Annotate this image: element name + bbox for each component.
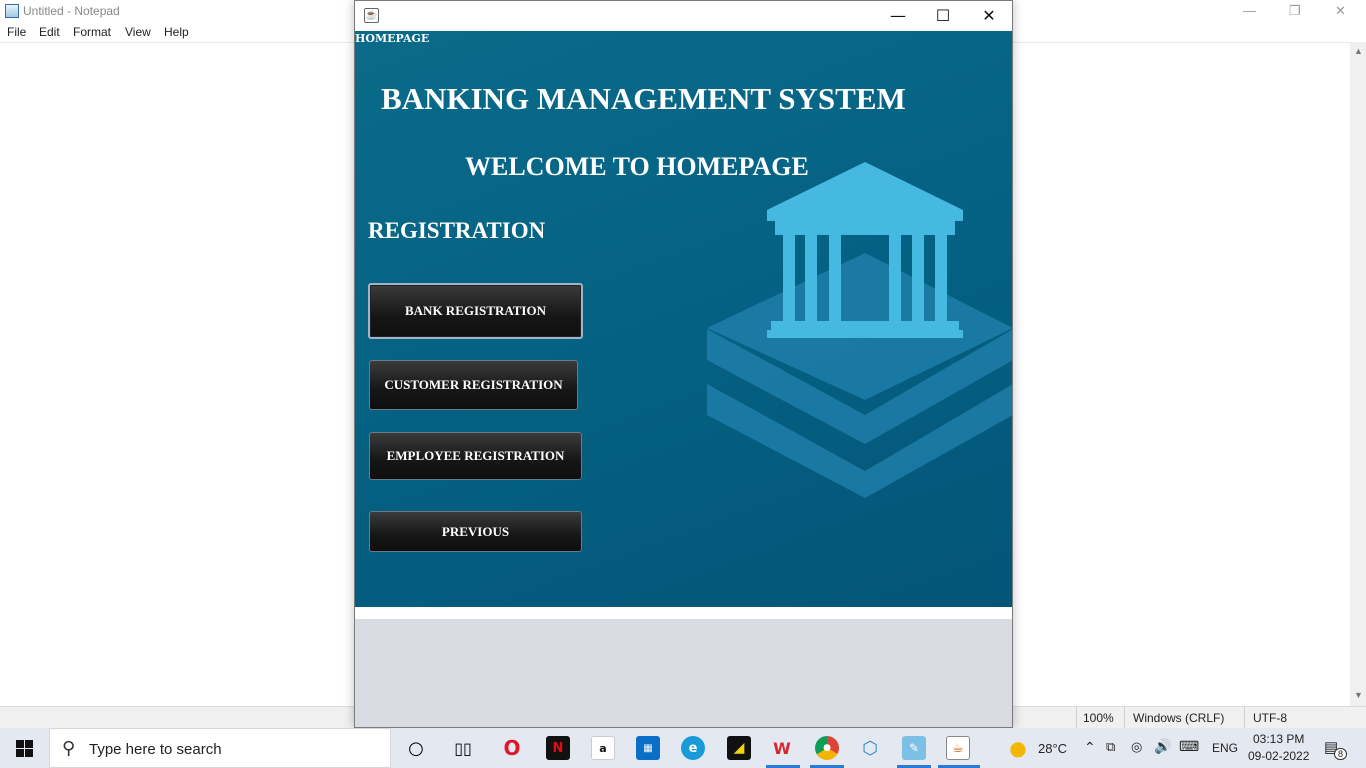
panel-divider [355,607,1012,619]
menu-file[interactable]: File [7,25,26,39]
meet-now-icon[interactable]: ◎ [1131,739,1142,755]
amazon-icon[interactable]: a [591,736,615,760]
windows-logo-icon [15,739,33,757]
java-icon: ☕ [364,8,379,23]
status-line-ending: Windows (CRLF) [1133,711,1225,725]
notepad-window-title: Untitled - Notepad [23,4,120,18]
java-title-bar: ☕ — ☐ ✕ [355,1,1012,31]
start-button[interactable] [0,728,48,768]
bank-registration-button[interactable]: BANK REGISTRATION [368,283,583,339]
sticky-notes-icon[interactable]: ◢ [727,736,751,760]
netflix-icon[interactable]: N [546,736,570,760]
taskbar-search-box[interactable]: ⚲ Type here to search [49,728,391,768]
edge-icon[interactable]: e [681,736,705,760]
employee-registration-button[interactable]: EMPLOYEE REGISTRATION [369,432,582,480]
opera-icon[interactable]: O [500,736,524,760]
tray-chevron-up-icon[interactable]: ⌃ [1084,739,1096,756]
app-title: BANKING MANAGEMENT SYSTEM [381,81,906,116]
previous-button[interactable]: PREVIOUS [369,511,582,552]
menu-format[interactable]: Format [73,25,111,39]
notepad-icon[interactable]: ✎ [902,736,926,760]
cortana-icon[interactable]: ○ [404,736,428,760]
search-placeholder: Type here to search [89,741,222,758]
notepad-minimize-button[interactable]: — [1243,3,1256,18]
microsoft-store-icon[interactable]: ▦ [636,736,660,760]
volume-icon[interactable]: 🔊 [1154,738,1171,755]
search-icon: ⚲ [62,738,76,759]
java-icon[interactable]: ☕ [946,736,970,760]
weather-icon[interactable]: ● [1006,736,1030,760]
scroll-down-icon[interactable]: ▼ [1354,690,1363,700]
empty-content-area [355,619,1012,727]
notification-badge: 8 [1334,748,1348,760]
clock-date[interactable]: 09-02-2022 [1248,749,1309,763]
keyboard-icon[interactable]: ⌨ [1179,738,1199,755]
language-indicator[interactable]: ENG [1212,741,1238,755]
clock-time[interactable]: 03:13 PM [1253,732,1304,746]
netbeans-icon[interactable]: ⬡ [858,736,882,760]
menu-view[interactable]: View [125,25,151,39]
taskbar: ⚲ Type here to search ○ ▯▯ O N a ▦ e ◢ W… [0,728,1366,768]
menu-help[interactable]: Help [164,25,189,39]
java-minimize-button[interactable]: — [875,4,921,28]
task-view-icon[interactable]: ▯▯ [451,736,475,760]
notepad-icon [5,4,19,18]
status-zoom: 100% [1083,711,1114,725]
weather-temperature[interactable]: 28°C [1038,741,1067,756]
java-close-button[interactable]: ✕ [966,4,1012,28]
scroll-up-icon[interactable]: ▲ [1354,46,1363,56]
registration-heading: REGISTRATION [368,218,546,243]
notepad-restore-button[interactable]: ❐ [1289,3,1301,19]
network-icon[interactable]: ⧉ [1106,739,1115,755]
menu-edit[interactable]: Edit [39,25,60,39]
notepad-vertical-scrollbar[interactable]: ▲ ▼ [1350,42,1366,706]
homepage-panel: HOMEPAGE BANKING MANAGEMENT SYSTEM WELCO… [355,31,1012,607]
frame-label: HOMEPAGE [355,32,430,45]
banking-app-window: ☕ — ☐ ✕ HOMEPAGE BANKING MANAGEMENT SYST… [354,0,1013,728]
customer-registration-button[interactable]: CUSTOMER REGISTRATION [369,360,578,410]
java-maximize-button[interactable]: ☐ [920,4,966,28]
status-encoding: UTF-8 [1253,711,1287,725]
notepad-close-button[interactable]: ✕ [1335,3,1346,19]
wps-office-icon[interactable]: W [770,736,794,760]
bank-building-icon [707,162,1012,498]
chrome-icon[interactable]: ● [815,736,839,760]
